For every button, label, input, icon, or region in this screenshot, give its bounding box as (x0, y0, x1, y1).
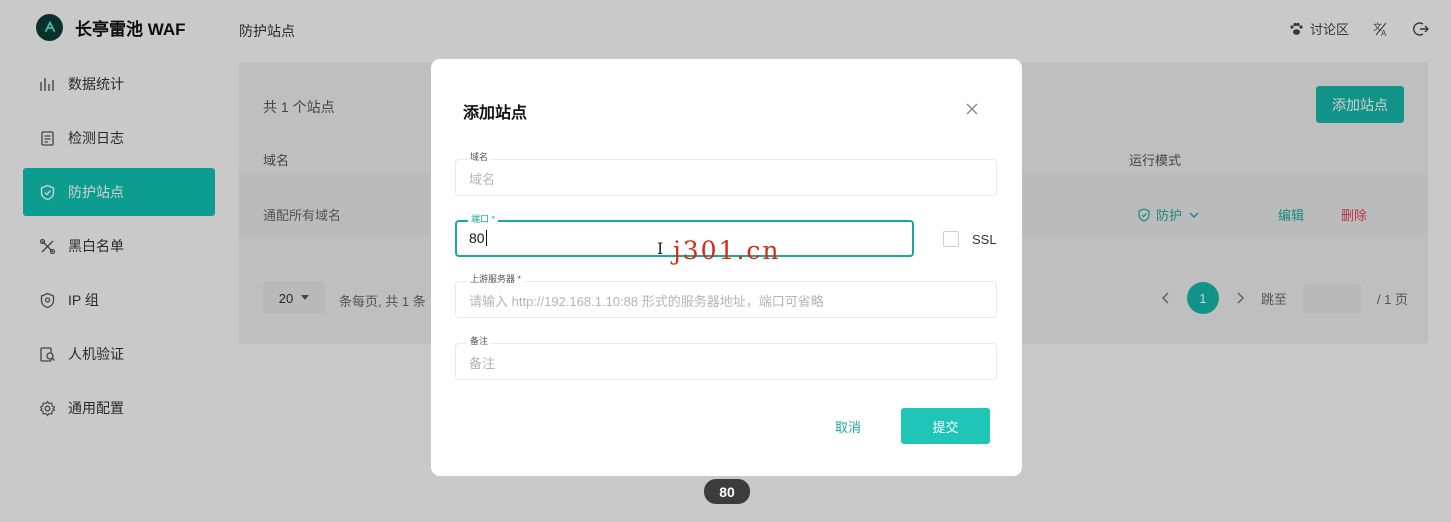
submit-button[interactable]: 提交 (901, 408, 990, 444)
domain-placeholder: 域名 (469, 172, 496, 187)
domain-field-label: 域名 (467, 151, 492, 163)
ssl-label: SSL (972, 231, 997, 247)
upstream-field-label: 上游服务器 * (467, 273, 525, 285)
upstream-placeholder: 请输入 http://192.168.1.10:88 形式的服务器地址，端口可省… (469, 294, 824, 309)
watermark: j301.cn (673, 236, 781, 265)
checkbox-box (943, 231, 959, 247)
port-field-label: 端口 * (468, 213, 499, 225)
dialog-title: 添加站点 (463, 105, 528, 122)
upstream-field[interactable]: 上游服务器 * 请输入 http://192.168.1.10:88 形式的服务… (455, 273, 997, 318)
key-toast: 80 (704, 479, 750, 504)
note-field[interactable]: 备注 备注 (455, 335, 997, 380)
ssl-checkbox[interactable]: SSL (943, 231, 997, 247)
port-value: 80 (469, 230, 487, 246)
add-site-dialog: 添加站点 域名 域名 端口 * 80 I SSL 上游服务器 * 请输入 htt… (431, 59, 1022, 476)
close-icon[interactable] (964, 101, 980, 117)
text-cursor-icon: I (657, 239, 664, 258)
note-placeholder: 备注 (469, 356, 496, 371)
note-field-label: 备注 (467, 335, 492, 347)
cancel-button[interactable]: 取消 (835, 417, 861, 436)
domain-field[interactable]: 域名 域名 (455, 151, 997, 196)
